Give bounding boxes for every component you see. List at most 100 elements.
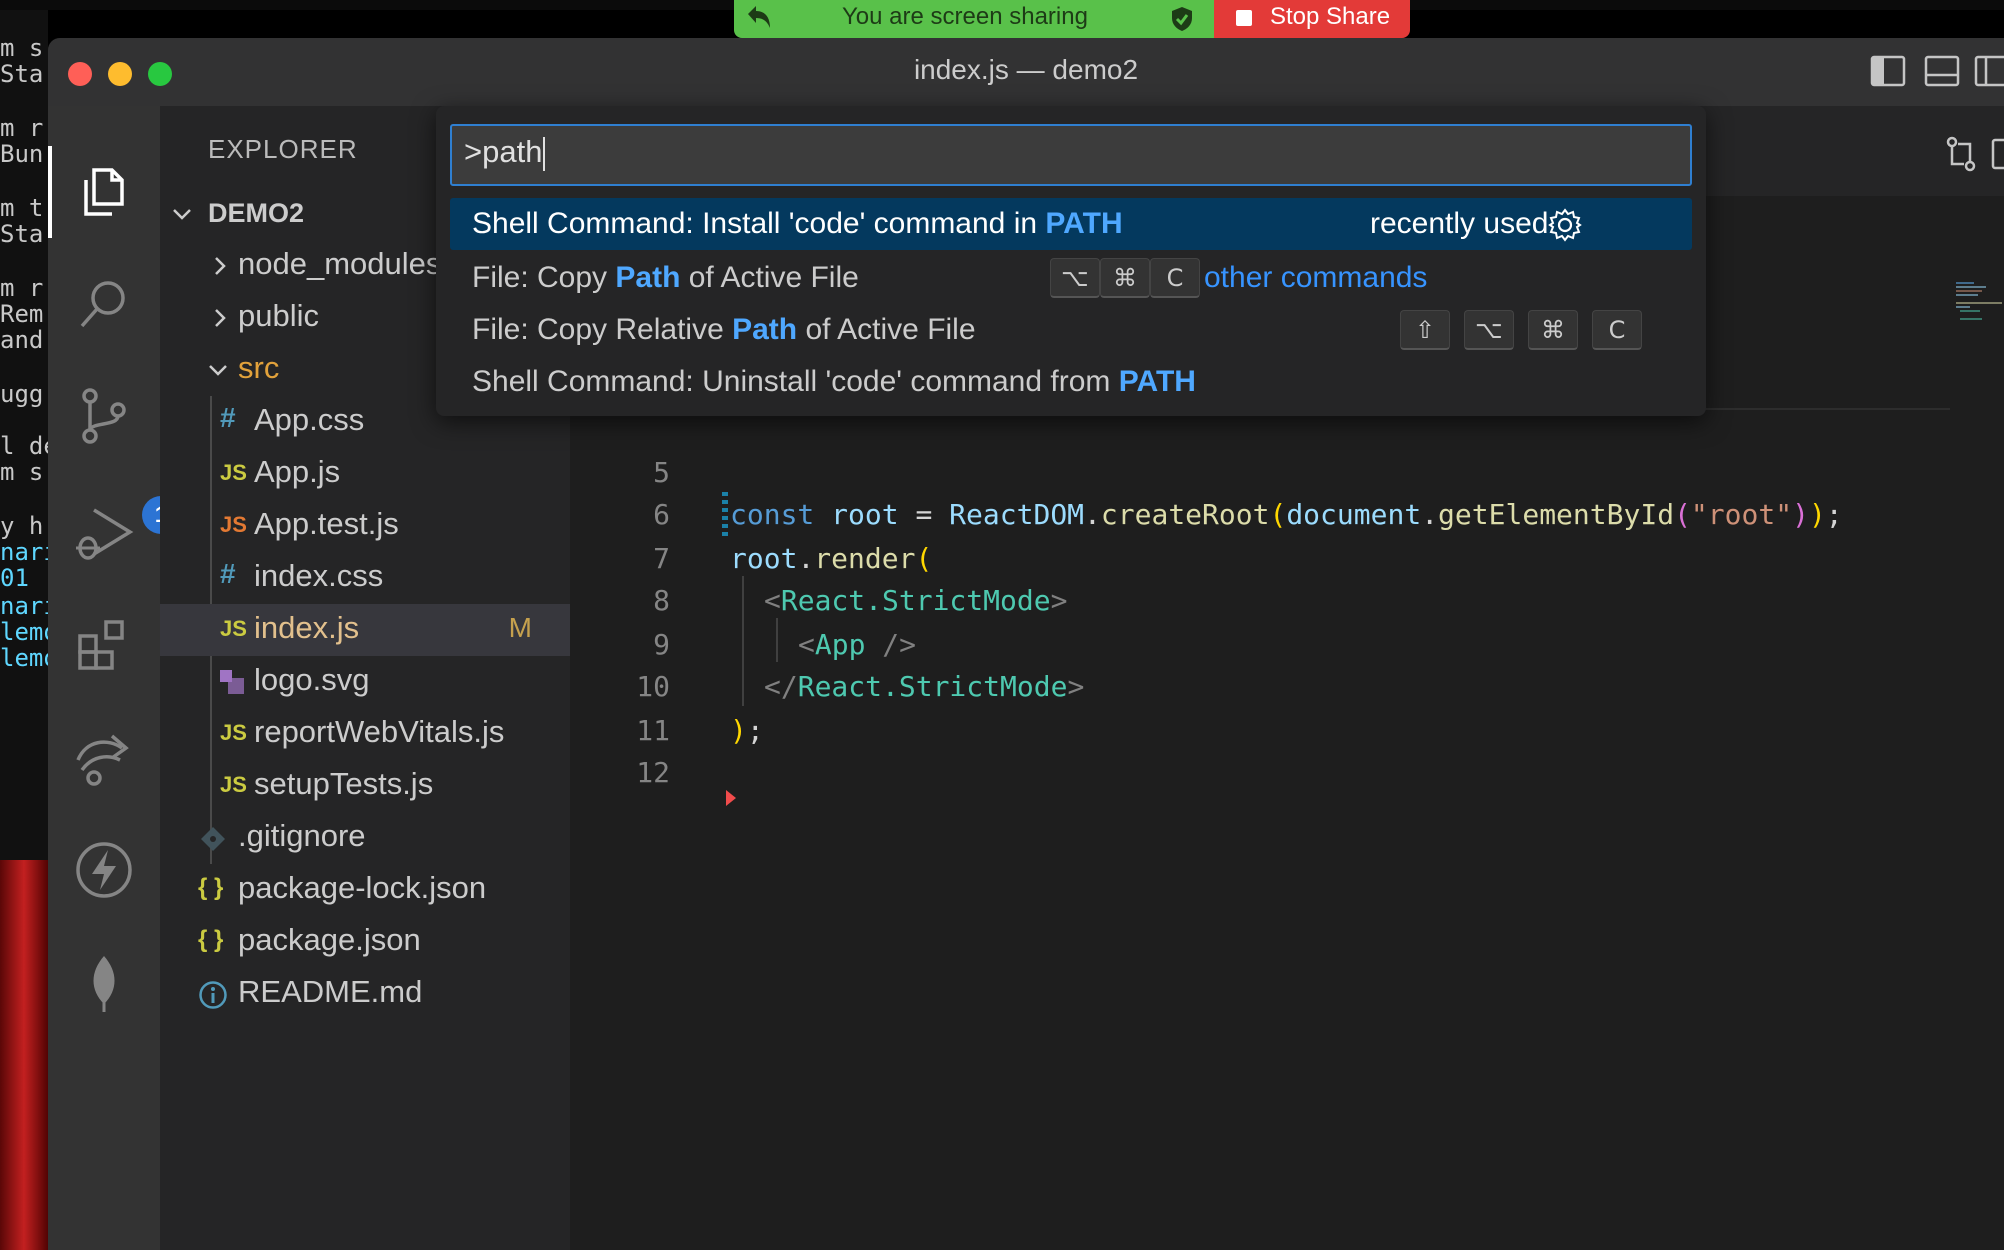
terminal-line: m s xyxy=(0,34,44,62)
text-caret xyxy=(543,136,546,171)
tree-item-app-js[interactable]: JS App.js xyxy=(160,448,570,500)
tree-item-gitignore[interactable]: .gitignore xyxy=(160,812,570,864)
code-token: ) xyxy=(1792,498,1809,531)
window-title: index.js — demo2 xyxy=(913,54,1139,85)
command-item-install-code-path[interactable]: Shell Command: Install 'code' command in… xyxy=(450,198,1692,250)
git-diamond-icon xyxy=(201,827,225,851)
code-token: > xyxy=(1050,584,1068,617)
mongodb-leaf-icon[interactable] xyxy=(72,950,136,1014)
stop-icon xyxy=(1236,10,1252,26)
command-item-copy-relative-path[interactable]: File: Copy Relative Path of Active File … xyxy=(450,304,1692,356)
terminal-line: Sta xyxy=(0,60,44,88)
command-label: File: Copy Path of Active File xyxy=(472,261,859,295)
command-label: Shell Command: Install 'code' command in… xyxy=(472,207,1123,241)
tree-item-app-test-js[interactable]: JS App.test.js xyxy=(160,500,570,552)
tree-item-logo-svg[interactable]: logo.svg xyxy=(160,656,570,708)
keybinding-option-key: ⌥ xyxy=(1050,258,1100,298)
gear-icon[interactable] xyxy=(1548,208,1582,242)
tree-item-label: setupTests.js xyxy=(254,766,434,801)
code-token: document xyxy=(1286,498,1422,531)
chevron-down-icon xyxy=(209,365,227,376)
share-arrow-icon xyxy=(748,6,770,28)
lightning-icon[interactable] xyxy=(72,838,136,902)
code-line-8[interactable]: <React.StrictMode> xyxy=(764,584,1067,617)
code-token: root xyxy=(831,498,899,531)
code-token: ReactDOM xyxy=(949,498,1085,531)
explorer-files-icon[interactable] xyxy=(72,160,136,224)
shield-check-icon xyxy=(1172,7,1192,31)
line-number: 8 xyxy=(653,584,670,617)
extensions-icon[interactable] xyxy=(72,614,136,678)
chevron-right-icon xyxy=(215,309,226,327)
command-label: File: Copy Relative Path of Active File xyxy=(472,313,976,347)
tree-item-index-css[interactable]: # index.css xyxy=(160,552,570,604)
code-token: /> xyxy=(865,628,917,661)
tree-item-package-json[interactable]: { } package.json xyxy=(160,916,570,968)
chevron-down-icon xyxy=(173,209,191,220)
code-token: < xyxy=(798,628,815,661)
keybinding-shift-key: ⇧ xyxy=(1400,310,1450,350)
terminal-line: m r xyxy=(0,114,44,142)
share-message: You are screen sharing xyxy=(842,3,1088,30)
git-modified-badge: M xyxy=(508,612,532,643)
command-item-copy-path[interactable]: File: Copy Path of Active File ⌥ ⌘ C oth… xyxy=(450,252,1692,304)
split-editor-icon[interactable] xyxy=(1990,134,2004,174)
tree-item-label: src xyxy=(238,350,280,385)
screen-share-banner: You are screen sharing Stop Share xyxy=(734,0,1410,38)
terminal-line: Sta xyxy=(0,220,44,248)
open-changes-icon[interactable] xyxy=(1942,134,1980,174)
command-label-match: PATH xyxy=(1118,365,1196,398)
toggle-secondary-sidebar-icon[interactable] xyxy=(1974,54,2004,88)
line-number: 11 xyxy=(636,714,670,747)
code-line-7[interactable]: root.render( xyxy=(730,542,932,575)
code-token: root xyxy=(730,542,798,575)
tree-item-label: logo.svg xyxy=(254,662,370,697)
source-control-icon[interactable] xyxy=(72,384,136,448)
toggle-panel-icon[interactable] xyxy=(1924,54,1960,88)
share-status: You are screen sharing xyxy=(734,0,1214,38)
code-line-6[interactable]: const root = ReactDOM.createRoot(documen… xyxy=(730,498,1843,531)
tree-item-report-web-vitals[interactable]: JS reportWebVitals.js xyxy=(160,708,570,760)
code-token: "root" xyxy=(1690,498,1793,531)
css-file-icon: # xyxy=(220,402,236,433)
minimap[interactable] xyxy=(1956,278,2002,328)
run-debug-icon[interactable] xyxy=(72,502,136,566)
code-token: </ xyxy=(764,670,798,703)
stop-share-button[interactable]: Stop Share xyxy=(1214,0,1410,38)
tree-item-label: README.md xyxy=(238,974,423,1009)
terminal-line: m s xyxy=(0,458,44,486)
explorer-title: EXPLORER xyxy=(208,134,358,164)
code-line-10[interactable]: </React.StrictMode> xyxy=(764,670,1084,703)
tree-item-readme[interactable]: README.md xyxy=(160,968,570,1020)
terminal-line: m r xyxy=(0,274,44,302)
css-file-icon: # xyxy=(220,558,236,589)
search-icon[interactable] xyxy=(72,272,136,336)
indent-guide xyxy=(742,576,744,706)
indent-guide xyxy=(776,618,778,662)
terminal-line: nari xyxy=(0,592,48,620)
tree-item-package-lock[interactable]: { } package-lock.json xyxy=(160,864,570,916)
code-token: ( xyxy=(1674,498,1691,531)
tree-item-setup-tests[interactable]: JS setupTests.js xyxy=(160,760,570,812)
tree-item-index-js[interactable]: JS index.js M xyxy=(160,604,570,656)
line-number: 10 xyxy=(636,670,670,703)
command-palette-input[interactable]: >path xyxy=(450,124,1692,186)
line-number: 12 xyxy=(636,756,670,789)
code-token: const xyxy=(730,498,815,531)
js-file-icon: JS xyxy=(220,772,247,797)
code-token: React.StrictMode xyxy=(797,670,1068,703)
active-indicator xyxy=(48,146,52,238)
code-line-9[interactable]: <App /> xyxy=(798,628,916,661)
code-token: . xyxy=(1421,498,1439,531)
toggle-primary-sidebar-icon[interactable] xyxy=(1870,54,1906,88)
tree-item-label: reportWebVitals.js xyxy=(254,714,505,749)
line-number: 6 xyxy=(653,498,670,531)
code-line-11[interactable]: ); xyxy=(730,714,764,747)
code-token: App xyxy=(814,628,866,661)
code-token: createRoot xyxy=(1100,498,1270,531)
terminal-line: lemo xyxy=(0,618,48,646)
remote-share-icon[interactable] xyxy=(72,726,136,790)
command-item-uninstall-code-path[interactable]: Shell Command: Uninstall 'code' command … xyxy=(450,356,1692,408)
terminal-line: lemo xyxy=(0,644,48,672)
command-label-prefix: Shell Command: Install 'code' command in xyxy=(472,207,1046,240)
